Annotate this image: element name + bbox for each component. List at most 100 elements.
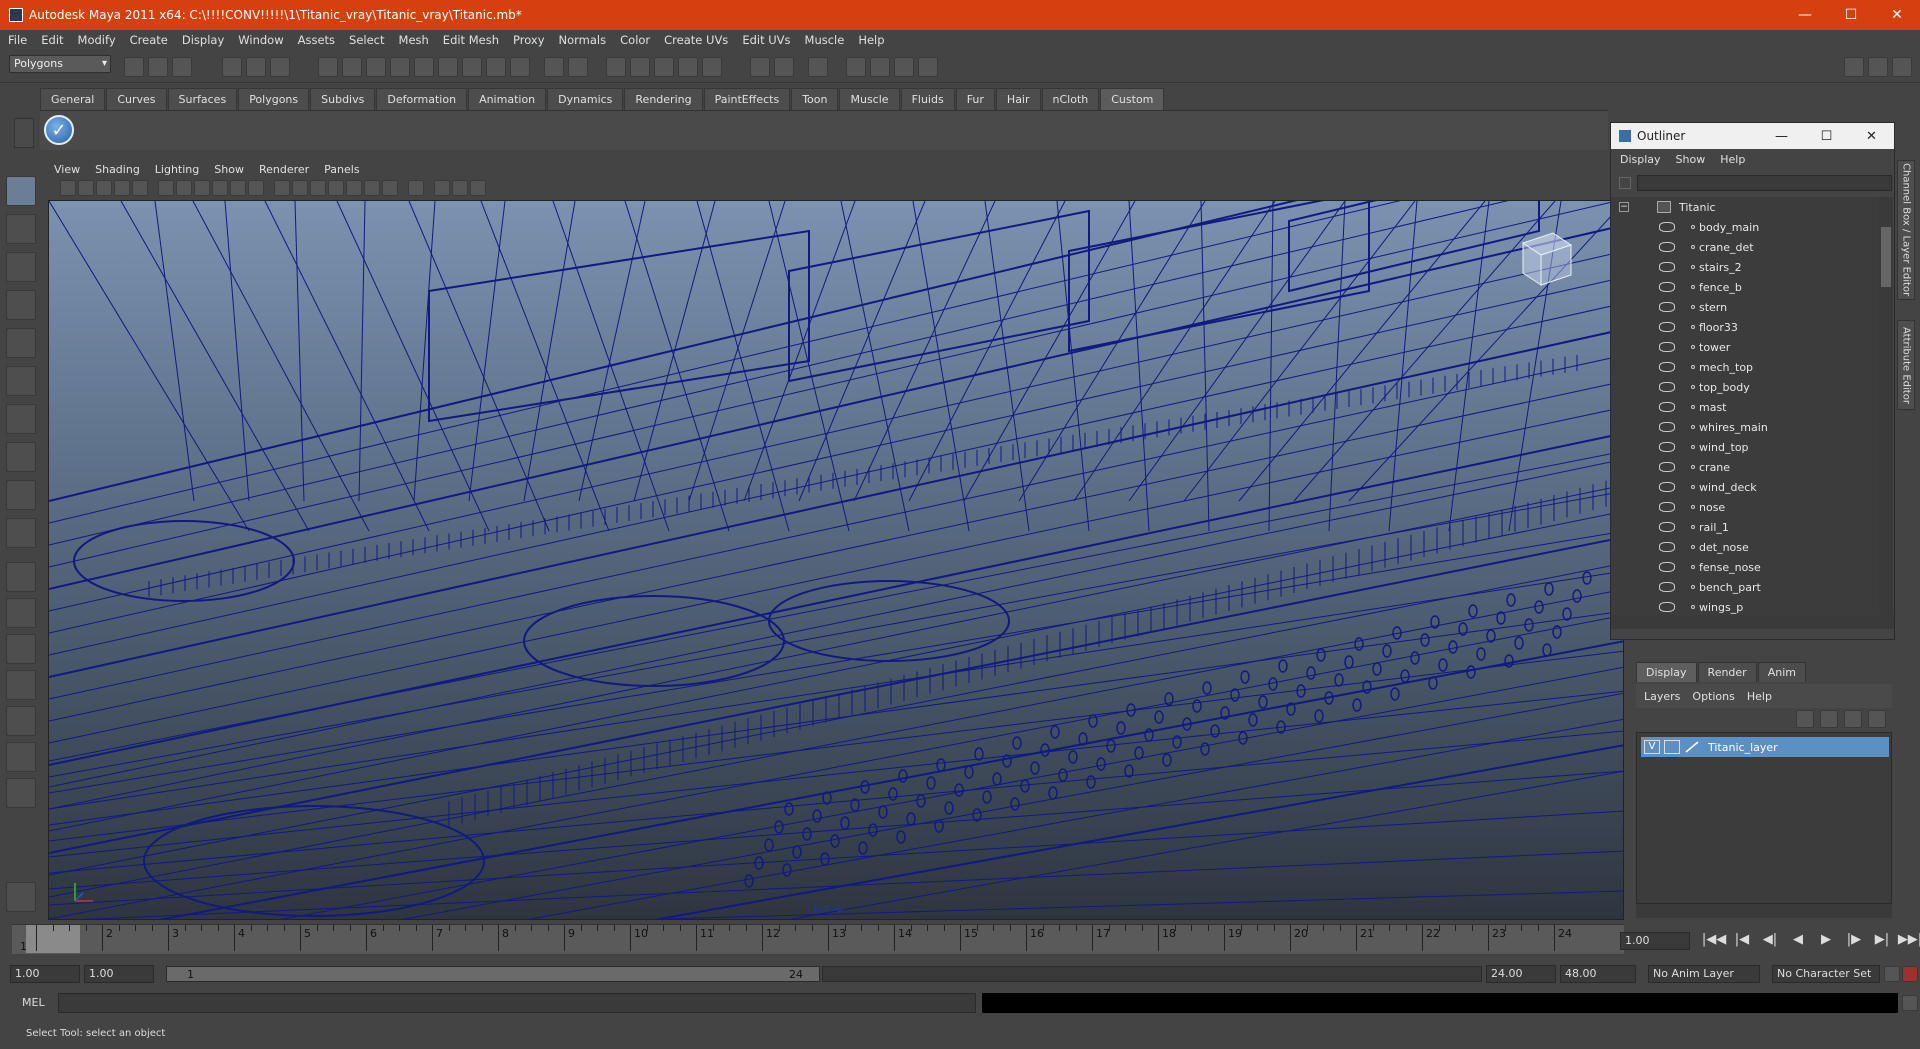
viewport-menu-show[interactable]: Show (214, 163, 244, 176)
playback-start-field[interactable]: 1.00 (84, 965, 154, 983)
menu-create-uvs[interactable]: Create UVs (664, 33, 728, 47)
graph-layout-icon[interactable] (6, 670, 36, 700)
snap-curve-icon[interactable] (366, 57, 386, 77)
attribute-editor-tab[interactable]: Attribute Editor (1897, 320, 1915, 410)
layout-options-icon[interactable] (6, 778, 36, 808)
step-back-key-icon[interactable]: |◀ (1728, 932, 1756, 952)
menu-edit-mesh[interactable]: Edit Mesh (443, 33, 499, 47)
viewport-menu-renderer[interactable]: Renderer (259, 163, 309, 176)
layer-row[interactable]: V Titanic_layer (1641, 737, 1889, 757)
outliner-item[interactable]: mast (1611, 397, 1879, 417)
outliner-minimize-button[interactable]: — (1759, 123, 1804, 149)
menu-edit[interactable]: Edit (41, 33, 63, 47)
menu-select[interactable]: Select (349, 33, 384, 47)
current-frame-field[interactable]: 1.00 (1620, 932, 1690, 950)
rotate-tool-icon[interactable] (6, 328, 36, 358)
outliner-item[interactable]: stern (1611, 297, 1879, 317)
outliner-item[interactable]: top_body (1611, 377, 1879, 397)
construction-history-icon[interactable] (606, 57, 626, 77)
outliner-layout-icon[interactable] (6, 706, 36, 736)
snap-plane-icon[interactable] (414, 57, 434, 77)
new-scene-icon[interactable] (124, 57, 144, 77)
shelf-tab-toon[interactable]: Toon (791, 88, 839, 110)
mask-icon[interactable] (318, 57, 338, 77)
2d-pan-zoom-icon[interactable] (132, 180, 148, 196)
wireframe-on-shaded-icon[interactable] (310, 180, 326, 196)
outliner-item[interactable]: fence_b (1611, 277, 1879, 297)
move-layer-up-icon[interactable] (1796, 710, 1814, 728)
outliner-list[interactable]: − Titanic body_main crane_det stairs_2 fenc… (1611, 197, 1879, 615)
soft-mod-tool-icon[interactable] (6, 442, 36, 472)
menu-create[interactable]: Create (130, 33, 168, 47)
range-track[interactable] (822, 966, 1482, 982)
menu-assets[interactable]: Assets (298, 33, 335, 47)
panel-toggle-icon[interactable] (1844, 57, 1864, 77)
anim-layer-dropdown[interactable]: No Anim Layer (1648, 965, 1760, 983)
save-scene-icon[interactable] (172, 57, 192, 77)
maximize-button[interactable]: ☐ (1828, 0, 1874, 30)
outliner-scroll-thumb[interactable] (1881, 227, 1891, 287)
outliner-item[interactable]: tower (1611, 337, 1879, 357)
outliner-item[interactable]: crane_det (1611, 237, 1879, 257)
image-plane-icon[interactable] (114, 180, 130, 196)
minimize-button[interactable]: — (1782, 0, 1828, 30)
outliner-item[interactable]: fense_nose (1611, 557, 1879, 577)
four-pane-layout-icon[interactable] (6, 598, 36, 628)
panel-toggle-3-icon[interactable] (1892, 57, 1912, 77)
shadows-icon[interactable] (364, 180, 380, 196)
use-all-lights-icon[interactable] (346, 180, 362, 196)
layer-menu-help[interactable]: Help (1747, 690, 1772, 703)
layout-icon[interactable] (846, 57, 866, 77)
view-cube-icon[interactable] (1509, 223, 1577, 291)
shelf-tab-hair[interactable]: Hair (995, 88, 1041, 110)
menu-normals[interactable]: Normals (559, 33, 607, 47)
outliner-filter-icon[interactable] (1619, 177, 1631, 189)
select-hierarchy-icon[interactable] (222, 57, 242, 77)
film-gate-icon[interactable] (176, 180, 192, 196)
menu-modify[interactable]: Modify (78, 33, 116, 47)
move-tool-icon[interactable] (6, 290, 36, 320)
shelf-menu-icon[interactable] (14, 118, 34, 148)
shelf-tab-ncloth[interactable]: nCloth (1041, 88, 1100, 110)
outliner-item[interactable]: det_nose (1611, 537, 1879, 557)
step-forward-frame-icon[interactable]: |▶ (1840, 932, 1868, 952)
layer-menu-layers[interactable]: Layers (1644, 690, 1680, 703)
universal-manipulator-icon[interactable] (6, 404, 36, 434)
playback-end-field[interactable]: 24.00 (1486, 965, 1556, 983)
viewport-menu-lighting[interactable]: Lighting (155, 163, 199, 176)
last-tool-icon[interactable] (6, 518, 36, 548)
snap-live-icon[interactable] (438, 57, 458, 77)
camera-attributes-icon[interactable] (78, 180, 94, 196)
paint-select-tool-icon[interactable] (6, 252, 36, 282)
outliner-item[interactable]: mech_top (1611, 357, 1879, 377)
collapse-icon[interactable]: − (1619, 202, 1629, 212)
step-back-frame-icon[interactable]: ◀| (1756, 932, 1784, 952)
render-icon[interactable] (630, 57, 650, 77)
channel-box-icon[interactable] (894, 57, 914, 77)
shelf-tab-fluids[interactable]: Fluids (900, 88, 955, 110)
output-icon[interactable] (774, 57, 794, 77)
layer-tab-anim[interactable]: Anim (1757, 662, 1806, 682)
menu-file[interactable]: File (8, 33, 27, 47)
shelf-tab-animation[interactable]: Animation (468, 88, 547, 110)
menu-help[interactable]: Help (858, 33, 884, 47)
menu-edit-uvs[interactable]: Edit UVs (742, 33, 790, 47)
outliner-item[interactable]: wind_deck (1611, 477, 1879, 497)
menu-proxy[interactable]: Proxy (513, 33, 545, 47)
smooth-shade-icon[interactable] (292, 180, 308, 196)
xray-icon[interactable] (434, 180, 450, 196)
layer-tab-render[interactable]: Render (1697, 662, 1757, 682)
lock-icon[interactable] (544, 57, 564, 77)
outliner-item[interactable]: crane (1611, 457, 1879, 477)
viewport-menu-shading[interactable]: Shading (95, 163, 140, 176)
bookmark-icon[interactable] (96, 180, 112, 196)
outliner-menu-help[interactable]: Help (1720, 153, 1745, 166)
open-scene-icon[interactable] (148, 57, 168, 77)
play-forwards-icon[interactable]: ▶ (1812, 932, 1840, 952)
tool-settings-icon[interactable] (808, 57, 828, 77)
hq-render-icon[interactable] (382, 180, 398, 196)
snap-view-icon[interactable] (462, 57, 482, 77)
snap-magnet-icon[interactable] (486, 57, 506, 77)
check-icon[interactable]: ✓ (44, 115, 74, 145)
show-manipulator-icon[interactable] (6, 480, 36, 510)
